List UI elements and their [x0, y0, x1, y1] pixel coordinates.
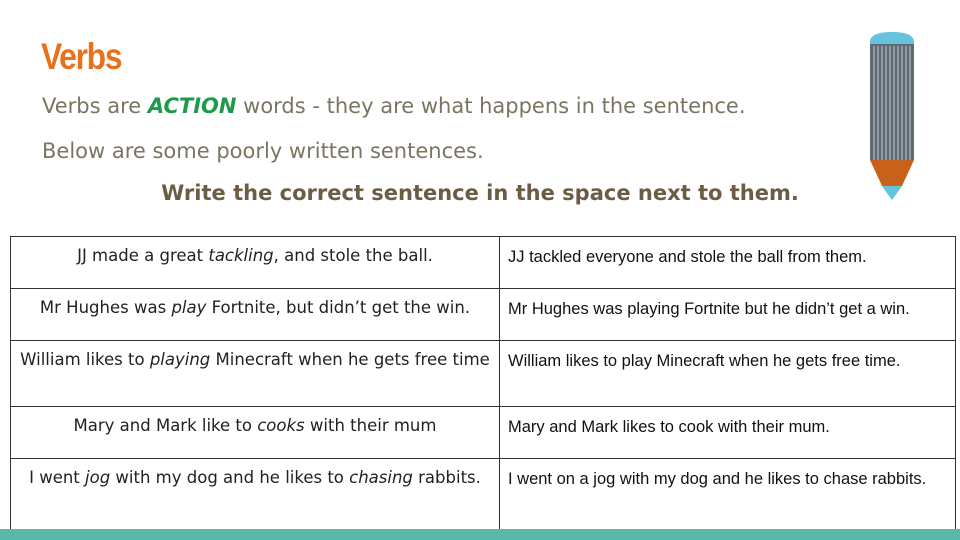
original-sentence: Mary and Mark like to cooks with their m…	[10, 406, 500, 459]
table-row: I went jog with my dog and he likes to c…	[10, 458, 956, 537]
original-sentence: William likes to playing Minecraft when …	[10, 340, 500, 407]
corrected-sentence[interactable]: Mr Hughes was playing Fortnite but he di…	[499, 288, 956, 341]
incorrect-verb: tackling	[208, 246, 274, 265]
incorrect-verb: jog	[85, 468, 111, 487]
table-row: Mr Hughes was play Fortnite, but didn’t …	[10, 288, 956, 341]
instruction-line: Write the correct sentence in the space …	[161, 181, 799, 205]
text-segment: William likes to	[20, 350, 150, 369]
text-segment: Mary and Mark like to	[73, 416, 258, 435]
bottom-accent-bar	[0, 529, 960, 540]
definition-after: words - they are what happens in the sen…	[236, 94, 746, 118]
text-segment: with my dog and he likes to	[110, 468, 350, 487]
text-segment: Minecraft when he gets free time	[210, 350, 490, 369]
intro-line: Below are some poorly written sentences.	[42, 139, 484, 163]
slide-title: Verbs	[41, 36, 123, 77]
definition-line: Verbs are ACTION words - they are what h…	[42, 94, 746, 118]
table-row: Mary and Mark like to cooks with their m…	[10, 406, 956, 459]
sentence-table: JJ made a great tackling, and stole the …	[10, 236, 956, 537]
text-segment: I went	[29, 468, 86, 487]
table-row: JJ made a great tackling, and stole the …	[10, 236, 956, 289]
corrected-sentence[interactable]: Mary and Mark likes to cook with their m…	[499, 406, 956, 459]
incorrect-verb: chasing	[349, 468, 413, 487]
text-segment: with their mum	[304, 416, 437, 435]
incorrect-verb: cooks	[257, 416, 305, 435]
table-row: William likes to playing Minecraft when …	[10, 340, 956, 407]
text-segment: Fortnite, but didn’t get the win.	[206, 298, 471, 317]
incorrect-verb: playing	[149, 350, 211, 369]
action-emphasis: ACTION	[147, 94, 237, 118]
original-sentence: JJ made a great tackling, and stole the …	[10, 236, 500, 289]
text-segment: JJ made a great	[77, 246, 209, 265]
definition-before: Verbs are	[42, 94, 148, 118]
text-segment: , and stole the ball.	[273, 246, 433, 265]
incorrect-verb: play	[171, 298, 207, 317]
corrected-sentence[interactable]: JJ tackled everyone and stole the ball f…	[499, 236, 956, 289]
corrected-sentence[interactable]: I went on a jog with my dog and he likes…	[499, 458, 956, 537]
corrected-sentence[interactable]: William likes to play Minecraft when he …	[499, 340, 956, 407]
text-segment: rabbits.	[412, 468, 481, 487]
original-sentence: Mr Hughes was play Fortnite, but didn’t …	[10, 288, 500, 341]
pencil-icon	[870, 32, 914, 200]
text-segment: Mr Hughes was	[39, 298, 172, 317]
original-sentence: I went jog with my dog and he likes to c…	[10, 458, 500, 537]
